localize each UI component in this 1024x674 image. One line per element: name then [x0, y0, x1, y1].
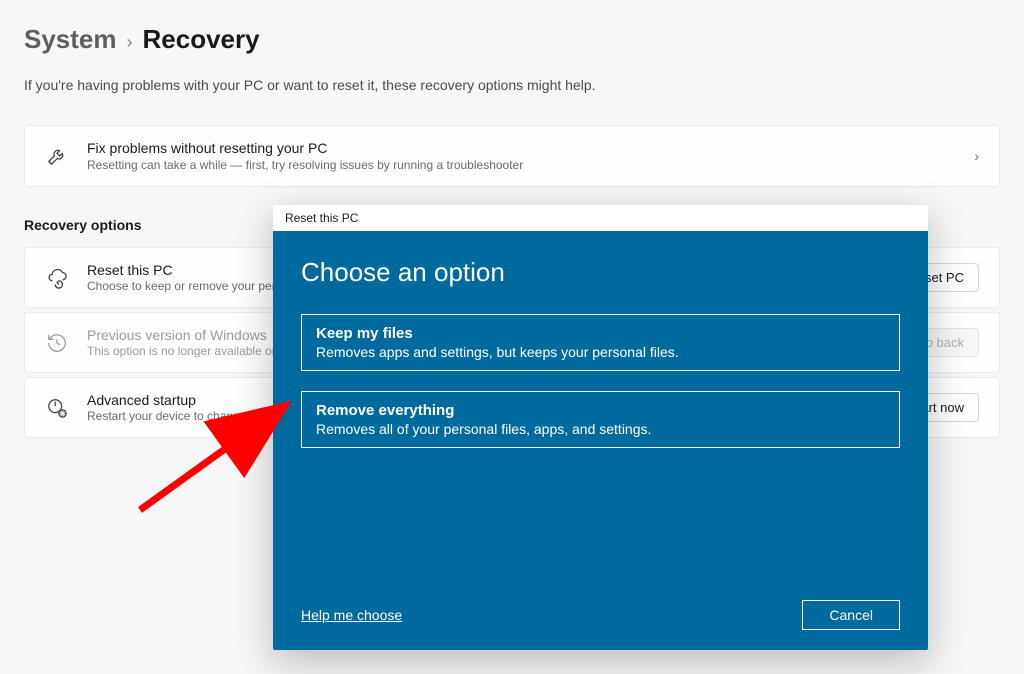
wrench-icon — [45, 144, 69, 168]
keep-my-files-option[interactable]: Keep my files Removes apps and settings,… — [301, 314, 900, 371]
keep-files-title: Keep my files — [316, 325, 885, 342]
power-gear-icon — [45, 396, 69, 420]
help-me-choose-link[interactable]: Help me choose — [301, 607, 402, 623]
fix-problems-title: Fix problems without resetting your PC — [87, 140, 956, 156]
remove-everything-option[interactable]: Remove everything Removes all of your pe… — [301, 391, 900, 448]
keep-files-desc: Removes apps and settings, but keeps you… — [316, 344, 885, 360]
remove-everything-desc: Removes all of your personal files, apps… — [316, 421, 885, 437]
page-subtitle: If you're having problems with your PC o… — [24, 77, 1000, 93]
fix-problems-card[interactable]: Fix problems without resetting your PC R… — [24, 125, 1000, 187]
cloud-reset-icon — [45, 266, 69, 290]
reset-pc-dialog: Reset this PC Choose an option Keep my f… — [273, 205, 928, 650]
history-icon — [45, 331, 69, 355]
breadcrumb-parent[interactable]: System — [24, 24, 117, 55]
remove-everything-title: Remove everything — [316, 402, 885, 419]
chevron-right-icon: › — [127, 32, 133, 53]
breadcrumb-current: Recovery — [143, 24, 260, 55]
dialog-titlebar: Reset this PC — [273, 205, 928, 231]
dialog-heading: Choose an option — [301, 257, 900, 288]
cancel-button[interactable]: Cancel — [802, 600, 900, 630]
breadcrumb: System › Recovery — [24, 24, 1000, 55]
chevron-right-icon: › — [974, 148, 979, 164]
fix-problems-desc: Resetting can take a while — first, try … — [87, 158, 956, 172]
